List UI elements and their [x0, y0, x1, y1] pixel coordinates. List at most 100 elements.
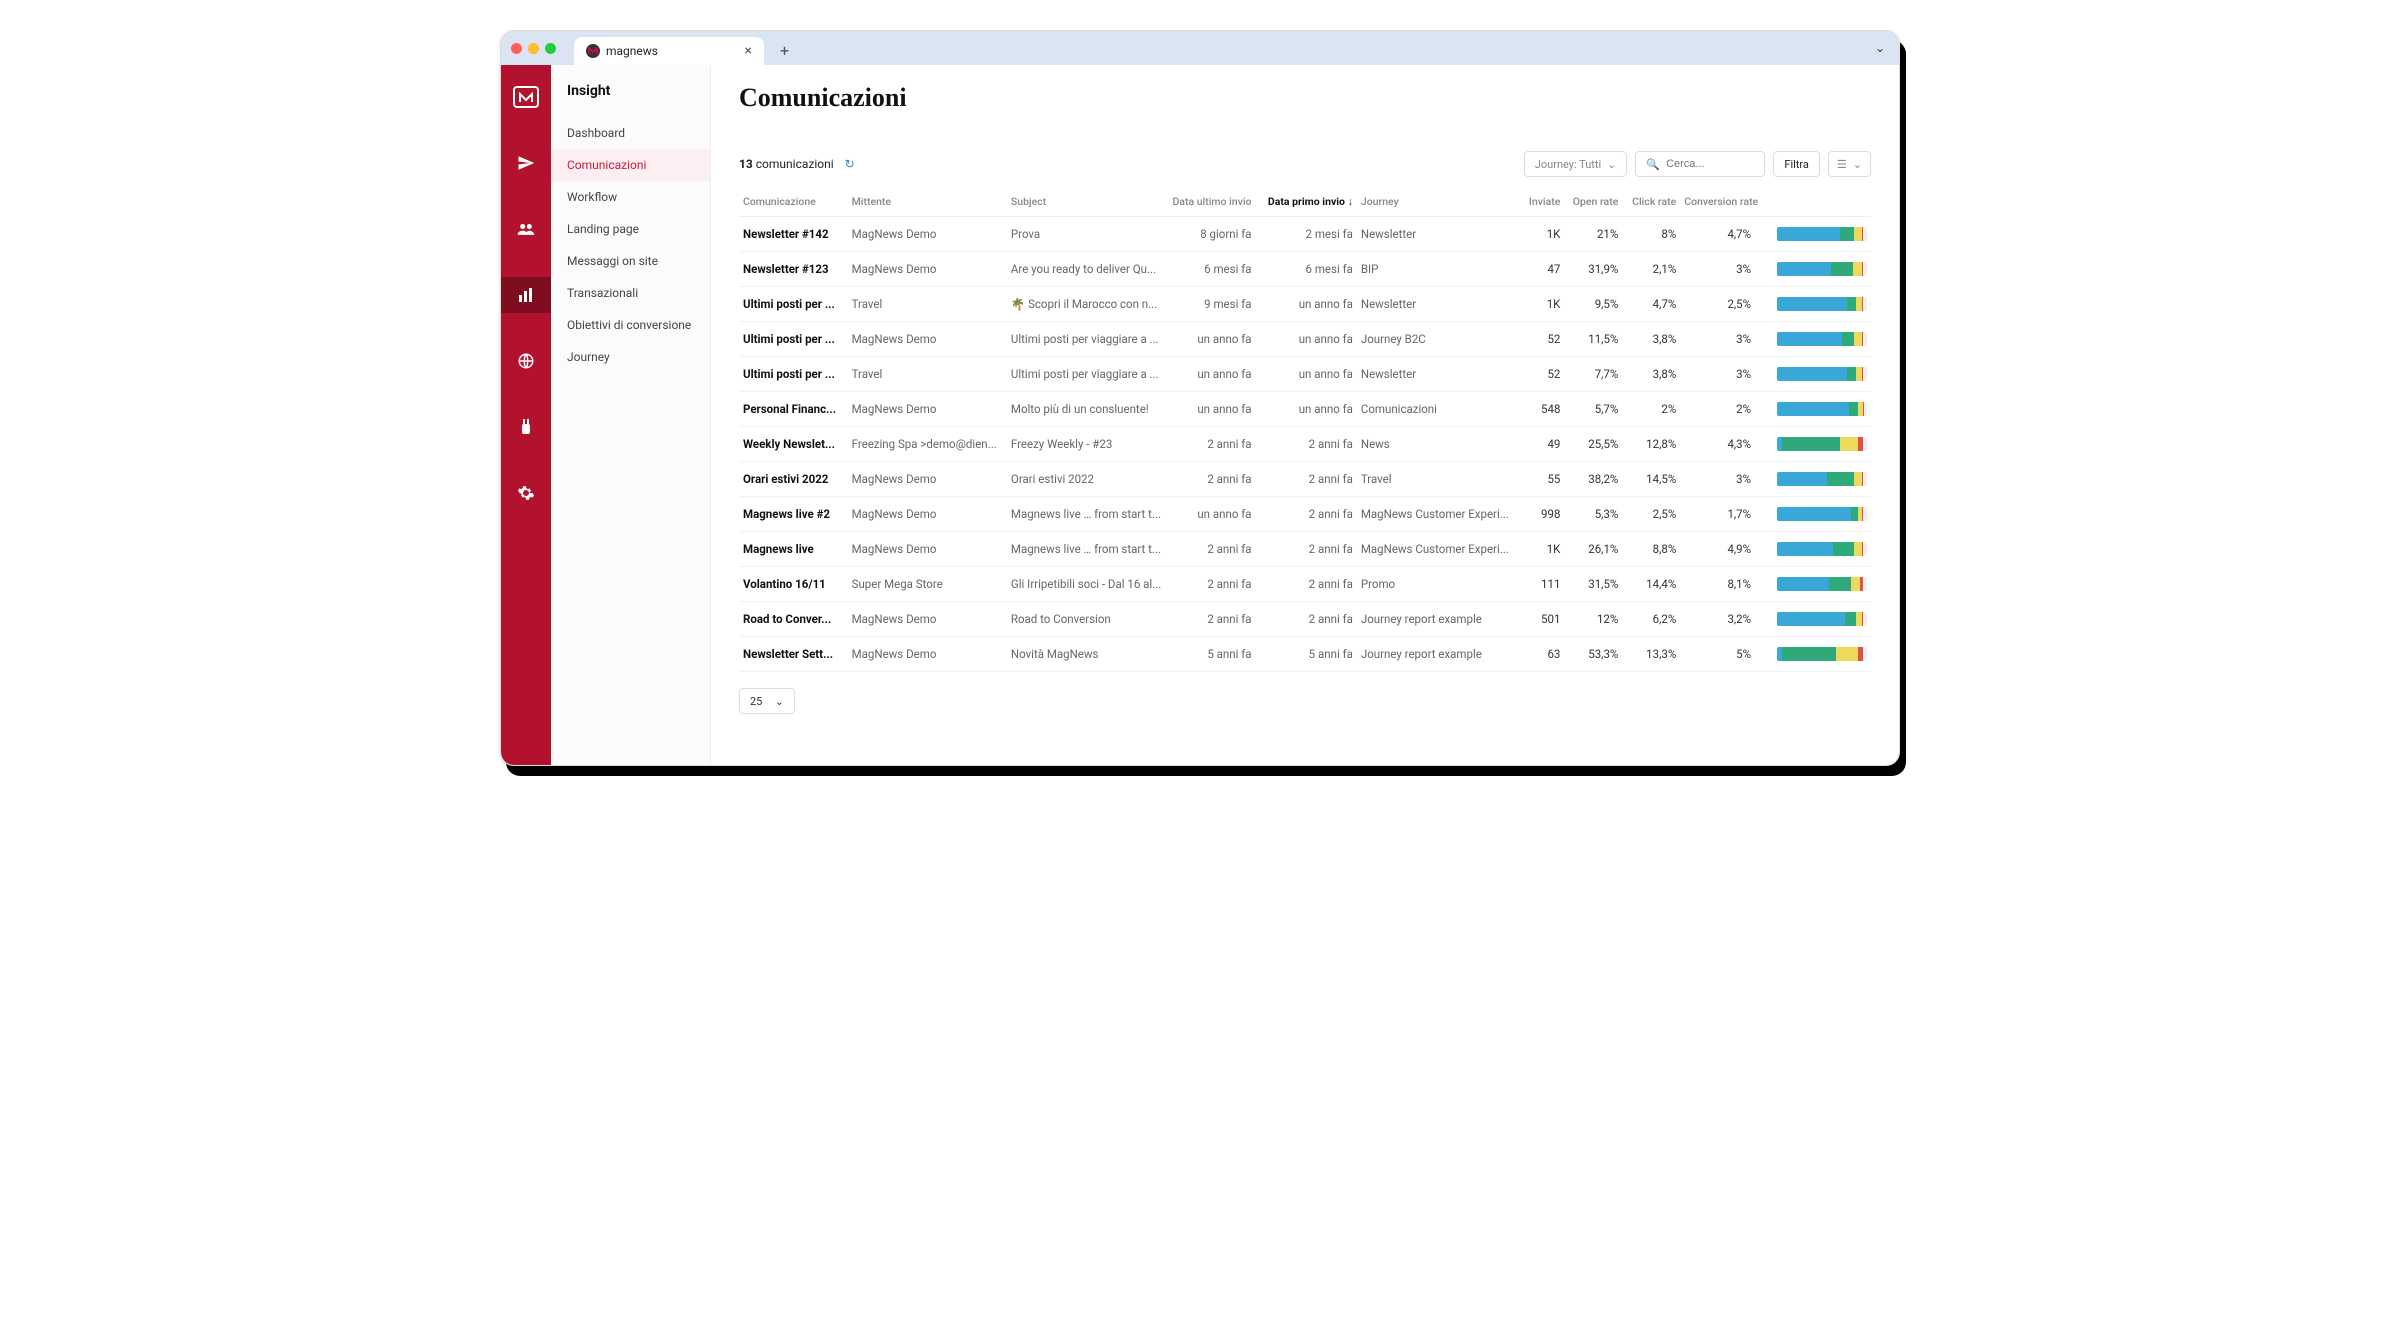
- table-row[interactable]: Orari estivi 2022MagNews Demo Orari esti…: [739, 462, 1871, 497]
- maximize-window-button[interactable]: [545, 43, 556, 54]
- col-conversion[interactable]: Conversion rate: [1680, 187, 1755, 217]
- cell-sender: Travel: [848, 357, 1007, 392]
- cell-first: un anno fa: [1256, 287, 1357, 322]
- cell-last: un anno fa: [1166, 357, 1255, 392]
- cell-name: Newsletter #123: [739, 252, 848, 287]
- journey-filter-dropdown[interactable]: Journey: Tutti ⌄: [1524, 151, 1628, 177]
- search-input-wrapper[interactable]: 🔍: [1635, 151, 1765, 177]
- col-open-rate[interactable]: Open rate: [1564, 187, 1622, 217]
- globe-icon[interactable]: [501, 343, 551, 379]
- cell-first: un anno fa: [1256, 357, 1357, 392]
- logo-icon[interactable]: [501, 79, 551, 115]
- toolbar: 13 comunicazioni ↻ Journey: Tutti ⌄ 🔍 Fi…: [739, 151, 1871, 177]
- close-tab-icon[interactable]: ×: [745, 43, 752, 59]
- cell-conv: 3%: [1680, 462, 1755, 497]
- table-row[interactable]: Road to Conver...MagNews Demo Road to Co…: [739, 602, 1871, 637]
- cell-bar: [1755, 322, 1871, 357]
- table-row[interactable]: Ultimi posti per ...Travel 🌴 Scopri il M…: [739, 287, 1871, 322]
- cell-sent: 47: [1514, 252, 1565, 287]
- col-subject[interactable]: Subject: [1007, 187, 1166, 217]
- filter-button[interactable]: Filtra: [1773, 151, 1820, 177]
- table-row[interactable]: Weekly Newslet...Freezing Spa >demo@dien…: [739, 427, 1871, 462]
- page-title: Comunicazioni: [739, 83, 1871, 113]
- cell-open: 26,1%: [1564, 532, 1622, 567]
- minimize-window-button[interactable]: [528, 43, 539, 54]
- insight-icon[interactable]: [501, 277, 551, 313]
- new-tab-button[interactable]: +: [780, 41, 789, 60]
- sidebar-item-dashboard[interactable]: Dashboard: [551, 117, 710, 149]
- sidebar-item-messaggi[interactable]: Messaggi on site: [551, 245, 710, 277]
- send-icon[interactable]: [501, 145, 551, 181]
- table-row[interactable]: Magnews live #2MagNews Demo Magnews live…: [739, 497, 1871, 532]
- cell-bar: [1755, 287, 1871, 322]
- cell-journey: Travel: [1357, 462, 1514, 497]
- page-size-dropdown[interactable]: 25 ⌄: [739, 688, 795, 714]
- sidebar-item-transazionali[interactable]: Transazionali: [551, 277, 710, 309]
- cell-name: Newsletter Sett...: [739, 637, 848, 672]
- table-row[interactable]: Personal Financ...MagNews Demo Molto più…: [739, 392, 1871, 427]
- cell-first: 2 anni fa: [1256, 427, 1357, 462]
- col-data-ultimo[interactable]: Data ultimo invio: [1166, 187, 1255, 217]
- col-data-primo[interactable]: Data primo invio ↓: [1256, 187, 1357, 217]
- sidebar-item-landing-page[interactable]: Landing page: [551, 213, 710, 245]
- cell-open: 11,5%: [1564, 322, 1622, 357]
- window-controls: [511, 43, 556, 54]
- sidebar-item-journey[interactable]: Journey: [551, 341, 710, 373]
- browser-menu-icon[interactable]: ⌄: [1875, 41, 1885, 55]
- cell-journey: MagNews Customer Experi...: [1357, 497, 1514, 532]
- table-row[interactable]: Newsletter #142MagNews Demo Prova8 giorn…: [739, 217, 1871, 252]
- cell-first: un anno fa: [1256, 322, 1357, 357]
- cell-click: 4,7%: [1622, 287, 1680, 322]
- cell-click: 12,8%: [1622, 427, 1680, 462]
- cell-sender: MagNews Demo: [848, 497, 1007, 532]
- table-row[interactable]: Magnews liveMagNews Demo Magnews live … …: [739, 532, 1871, 567]
- cell-name: Ultimi posti per ...: [739, 322, 848, 357]
- chevron-down-icon: ⌄: [1607, 158, 1616, 171]
- table-row[interactable]: Volantino 16/11Super Mega Store Gli Irri…: [739, 567, 1871, 602]
- view-toggle[interactable]: ☰ ⌄: [1828, 151, 1871, 177]
- cell-subject: Ultimi posti per viaggiare a ...: [1007, 322, 1166, 357]
- cell-conv: 8,1%: [1680, 567, 1755, 602]
- browser-tab[interactable]: magnews ×: [574, 37, 764, 65]
- rate-bar: [1777, 262, 1867, 276]
- browser-titlebar: magnews × + ⌄: [501, 31, 1899, 65]
- close-window-button[interactable]: [511, 43, 522, 54]
- nav-rail: [501, 65, 551, 765]
- cell-conv: 3%: [1680, 322, 1755, 357]
- contacts-icon[interactable]: [501, 211, 551, 247]
- sidebar-item-obiettivi[interactable]: Obiettivi di conversione: [551, 309, 710, 341]
- refresh-icon[interactable]: ↻: [845, 157, 855, 171]
- cell-sender: MagNews Demo: [848, 637, 1007, 672]
- cell-name: Ultimi posti per ...: [739, 357, 848, 392]
- search-input[interactable]: [1666, 158, 1754, 170]
- table-row[interactable]: Ultimi posti per ...Travel Ultimi posti …: [739, 357, 1871, 392]
- cell-subject: Magnews live … from start t...: [1007, 532, 1166, 567]
- cell-click: 14,4%: [1622, 567, 1680, 602]
- col-journey[interactable]: Journey: [1357, 187, 1514, 217]
- cell-click: 2,1%: [1622, 252, 1680, 287]
- cell-subject: Novità MagNews: [1007, 637, 1166, 672]
- cell-subject: Gli Irripetibili soci - Dal 16 al...: [1007, 567, 1166, 602]
- cell-first: 5 anni fa: [1256, 637, 1357, 672]
- cell-bar: [1755, 637, 1871, 672]
- cell-last: un anno fa: [1166, 497, 1255, 532]
- col-click-rate[interactable]: Click rate: [1622, 187, 1680, 217]
- rate-bar: [1777, 437, 1867, 451]
- cell-conv: 4,7%: [1680, 217, 1755, 252]
- col-comunicazione[interactable]: Comunicazione: [739, 187, 848, 217]
- col-inviate[interactable]: Inviate: [1514, 187, 1565, 217]
- sidebar-item-comunicazioni[interactable]: Comunicazioni: [551, 149, 710, 181]
- table-row[interactable]: Newsletter Sett...MagNews Demo Novità Ma…: [739, 637, 1871, 672]
- col-mittente[interactable]: Mittente: [848, 187, 1007, 217]
- table-row[interactable]: Newsletter #123MagNews Demo Are you read…: [739, 252, 1871, 287]
- cell-conv: 5%: [1680, 637, 1755, 672]
- sidebar-item-workflow[interactable]: Workflow: [551, 181, 710, 213]
- cell-journey: Promo: [1357, 567, 1514, 602]
- table-row[interactable]: Ultimi posti per ...MagNews Demo Ultimi …: [739, 322, 1871, 357]
- cell-journey: BIP: [1357, 252, 1514, 287]
- rate-bar: [1777, 472, 1867, 486]
- plugin-icon[interactable]: [501, 409, 551, 445]
- cell-name: Magnews live: [739, 532, 848, 567]
- cell-sent: 63: [1514, 637, 1565, 672]
- settings-icon[interactable]: [501, 475, 551, 511]
